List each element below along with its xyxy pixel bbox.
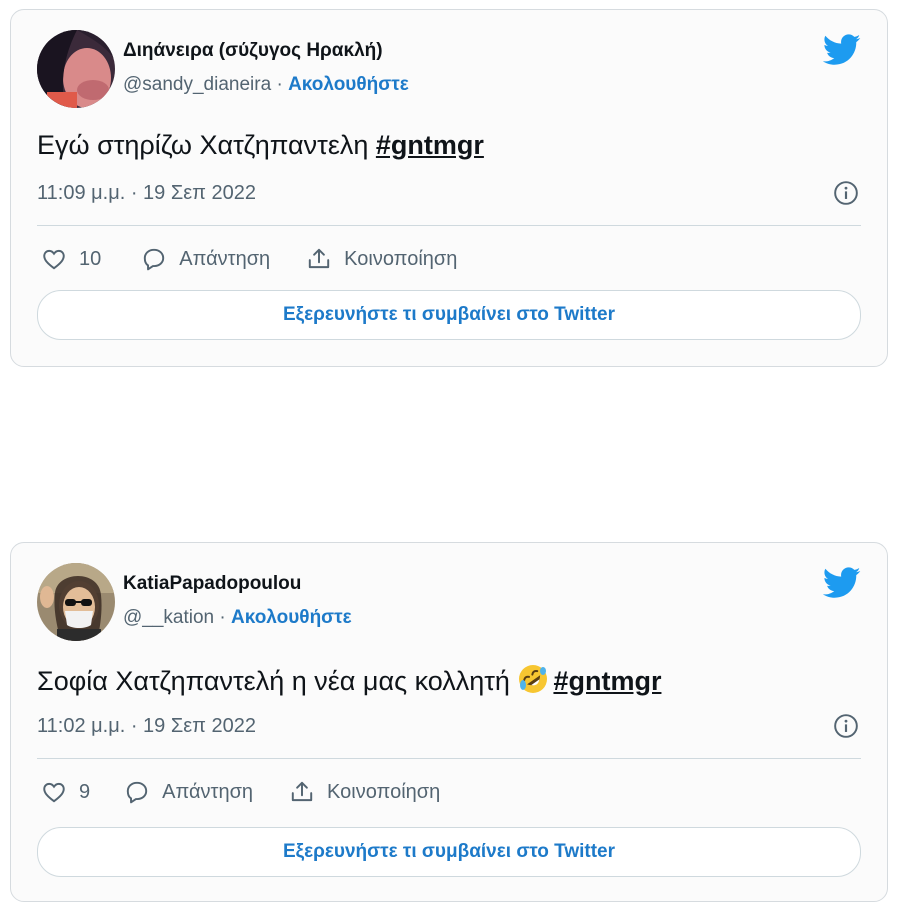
like-count: 9 [79, 780, 91, 803]
display-name[interactable]: Διηάνειρα (σύζυγος Ηρακλή) [123, 40, 383, 62]
like-button[interactable]: 9 [41, 779, 90, 805]
handle-line: @__kation · Ακολουθήστε [123, 607, 352, 629]
follow-link[interactable]: Ακολουθήστε [288, 74, 409, 95]
handle-line: @sandy_dianeira · Ακολουθήστε [123, 74, 409, 96]
reply-bubble-icon [144, 248, 165, 271]
avatar[interactable] [37, 30, 115, 108]
like-count: 10 [79, 247, 102, 270]
explore-twitter-button[interactable]: Εξερευνήστε τι συμβαίνει στο Twitter [37, 290, 861, 340]
reply-bubble-icon [126, 781, 148, 804]
share-button[interactable]: Κοινοποίηση [306, 246, 457, 272]
timestamp[interactable]: 11:09 μ.μ. · 19 Σεπ 2022 [37, 182, 256, 205]
share-button[interactable]: Κοινοποίηση [289, 779, 440, 805]
reply-button[interactable]: Απάντηση [141, 246, 270, 272]
timestamp[interactable]: 11:02 μ.μ. · 19 Σεπ 2022 [37, 715, 256, 738]
heart-icon [43, 249, 65, 270]
info-icon[interactable] [833, 180, 859, 206]
heart-icon [43, 782, 65, 803]
action-bar: 10 Απάντηση Κοινοποίηση [41, 244, 457, 274]
share-icon [291, 781, 313, 802]
share-label: Κοινοποίηση [327, 780, 441, 803]
display-name[interactable]: KatiaPapadopoulou [123, 573, 301, 595]
avatar[interactable] [37, 563, 115, 641]
hashtag-link[interactable]: #gntmgr [553, 666, 661, 696]
separator: · [271, 74, 289, 95]
follow-link[interactable]: Ακολουθήστε [231, 607, 352, 628]
tweet-body: Σοφία Χατζηπαντελή η νέα μας κολλητή [37, 666, 518, 696]
like-button[interactable]: 10 [41, 246, 101, 272]
handle[interactable]: @__kation [123, 607, 214, 628]
rolling-on-floor-laughing-emoji [519, 665, 548, 693]
tweet-body: Εγώ στηρίζω Χατζηπαντελη [37, 130, 376, 160]
tweet-card: Διηάνειρα (σύζυγος Ηρακλή) @sandy_dianei… [10, 9, 888, 367]
handle[interactable]: @sandy_dianeira [123, 74, 271, 95]
divider [37, 225, 861, 226]
info-icon[interactable] [833, 713, 859, 739]
explore-twitter-button[interactable]: Εξερευνήστε τι συμβαίνει στο Twitter [37, 827, 861, 877]
twitter-bird-icon[interactable] [823, 567, 861, 599]
tweet-card: KatiaPapadopoulou @__kation · Ακολουθήστ… [10, 542, 888, 902]
reply-label: Απάντηση [162, 780, 254, 803]
tweet-text: Εγώ στηρίζω Χατζηπαντελη #gntmgr [37, 130, 484, 161]
hashtag-link[interactable]: #gntmgr [376, 130, 484, 160]
action-bar: 9 Απάντηση Κοινοποίηση [41, 777, 440, 807]
twitter-bird-icon[interactable] [823, 34, 861, 66]
reply-button[interactable]: Απάντηση [124, 779, 253, 805]
share-icon [308, 248, 330, 269]
tweet-text: Σοφία Χατζηπαντελή η νέα μας κολλητή #gn… [37, 663, 661, 697]
divider [37, 758, 861, 759]
reply-label: Απάντηση [179, 247, 271, 270]
share-label: Κοινοποίηση [344, 247, 458, 270]
separator: · [214, 607, 232, 628]
